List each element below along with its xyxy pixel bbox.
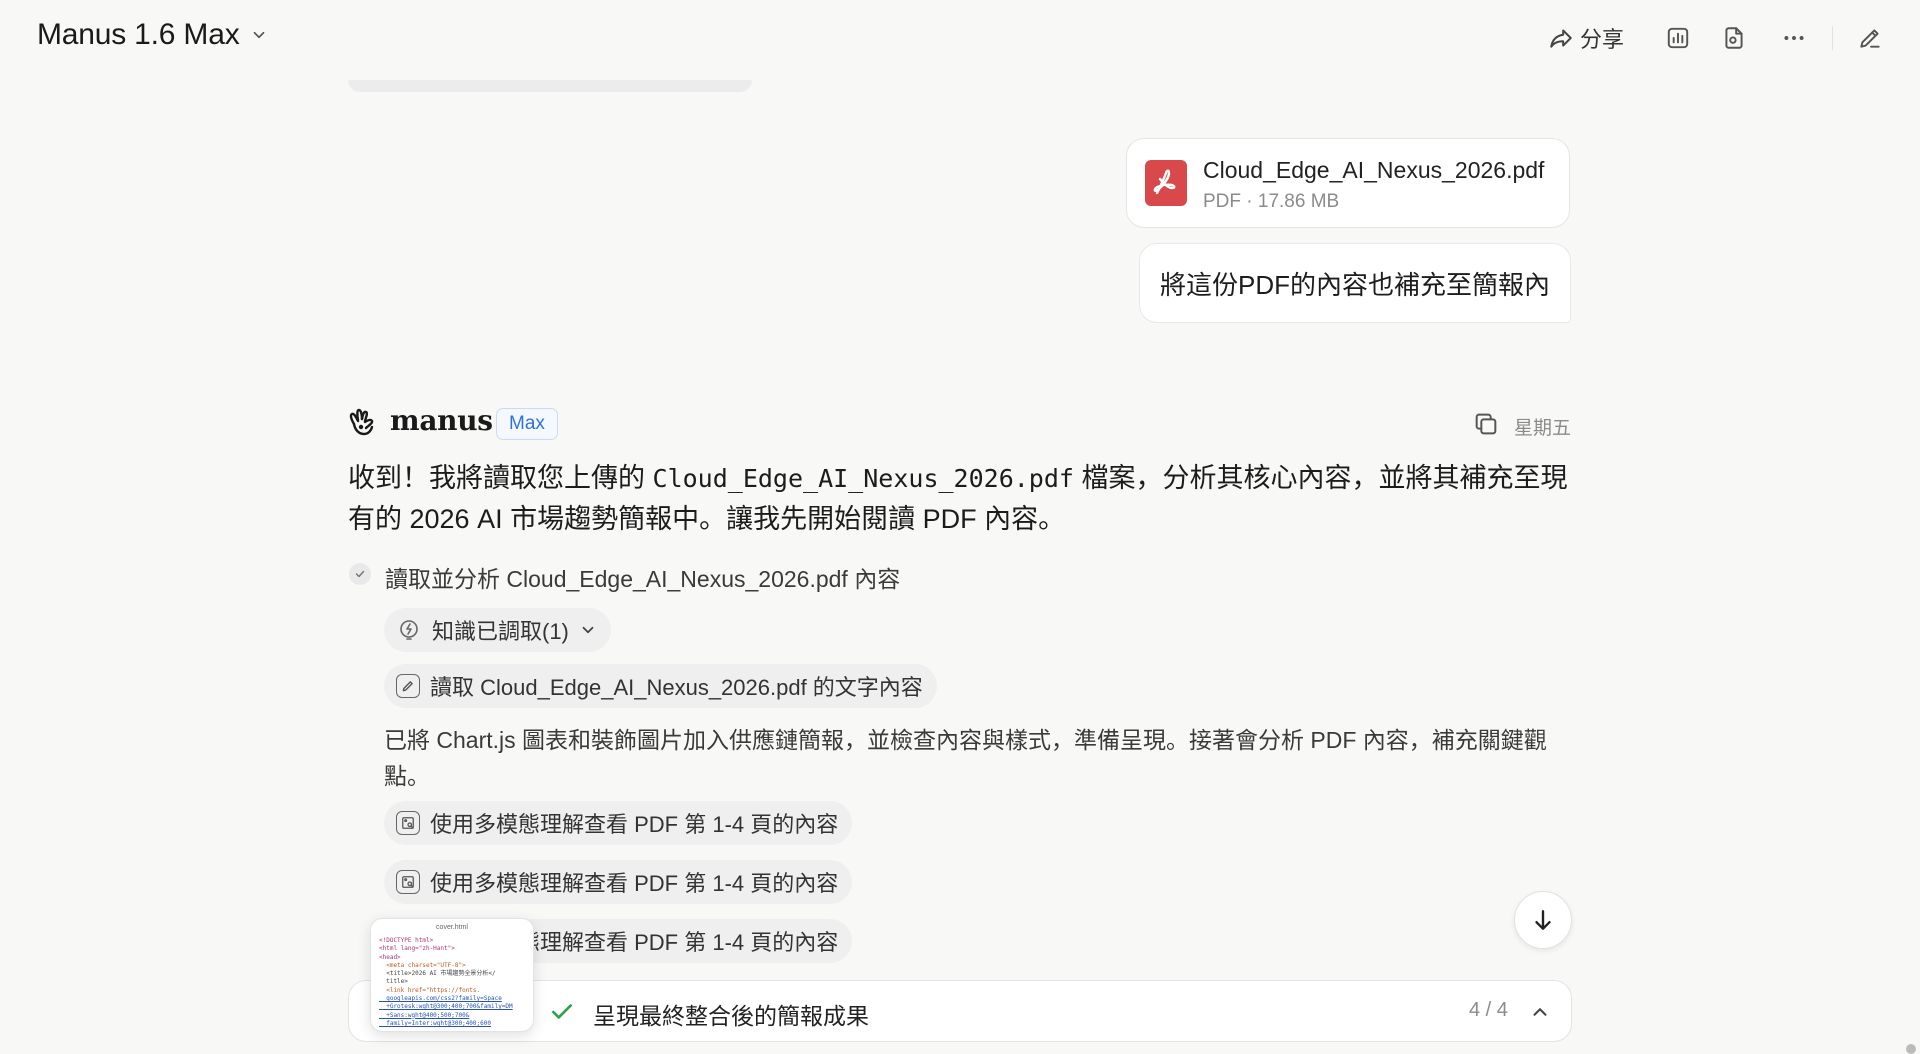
multimodal-action[interactable]: 使用多模態理解查看 PDF 第 1-4 頁的內容 bbox=[384, 860, 853, 904]
attachment-card[interactable]: Cloud_Edge_AI_Nexus_2026.pdf PDF · 17.86… bbox=[1126, 138, 1570, 228]
code-line: <title>2026 AI 市場趨勢全景分析</ bbox=[379, 970, 496, 978]
edit-icon bbox=[1857, 25, 1883, 51]
share-button[interactable]: 分享 bbox=[1548, 20, 1624, 56]
plan-badge: Max bbox=[496, 408, 558, 440]
chart-button[interactable] bbox=[1660, 20, 1696, 56]
step-check-icon bbox=[349, 563, 371, 585]
code-line: +Grotesk:wght@300;400;700&family=DM bbox=[379, 1003, 513, 1011]
image-view-icon bbox=[396, 811, 420, 835]
user-message: 將這份PDF的內容也補充至簡報內 bbox=[1139, 243, 1571, 323]
code-line: title> bbox=[379, 978, 408, 986]
message-timestamp: 星期五 bbox=[1514, 418, 1572, 439]
attachment-meta: PDF · 17.86 MB bbox=[1203, 191, 1340, 212]
header-divider bbox=[1832, 26, 1833, 50]
edit-button[interactable] bbox=[1852, 20, 1888, 56]
share-icon bbox=[1548, 25, 1574, 51]
thumbnail-code: <!DOCTYPE html> <html lang="zh-Hant"> <hea… bbox=[379, 937, 533, 1028]
chevron-down-icon bbox=[250, 26, 268, 44]
multimodal-label: 使用多模態理解查看 PDF 第 1-4 頁的內容 bbox=[430, 812, 839, 837]
step-title[interactable]: 讀取並分析 Cloud_Edge_AI_Nexus_2026.pdf 內容 bbox=[385, 560, 900, 594]
image-view-icon bbox=[396, 870, 420, 894]
model-title: Manus 1.6 Max bbox=[37, 18, 240, 51]
chevron-up-icon[interactable] bbox=[1529, 1001, 1551, 1023]
code-line: +Sans:wght@400;500;700& bbox=[379, 1011, 470, 1019]
code-line: <!DOCTYPE html> bbox=[379, 937, 434, 944]
attachment-name: Cloud_Edge_AI_Nexus_2026.pdf bbox=[1203, 157, 1545, 183]
arrow-down-icon bbox=[1530, 907, 1556, 933]
code-line: <link href="https://fonts. bbox=[379, 986, 481, 994]
model-selector[interactable]: Manus 1.6 Max bbox=[37, 18, 268, 52]
assistant-name: manus bbox=[390, 404, 493, 437]
reply-text: 收到！我將讀取您上傳的 bbox=[348, 463, 653, 493]
files-button[interactable] bbox=[1716, 20, 1752, 56]
pdf-icon bbox=[1145, 160, 1187, 206]
share-label: 分享 bbox=[1580, 27, 1625, 52]
code-line: <html lang="zh-Hant"> bbox=[379, 945, 455, 953]
multimodal-label: 使用多模態理解查看 PDF 第 1-4 頁的內容 bbox=[430, 871, 839, 896]
check-icon bbox=[549, 999, 575, 1025]
more-icon bbox=[1781, 25, 1807, 51]
read-action-label: 讀取 Cloud_Edge_AI_Nexus_2026.pdf 的文字內容 bbox=[430, 675, 923, 700]
more-button[interactable] bbox=[1776, 20, 1812, 56]
multimodal-action[interactable]: 使用多模態理解查看 PDF 第 1-4 頁的內容 bbox=[384, 801, 853, 845]
read-text-action[interactable]: 讀取 Cloud_Edge_AI_Nexus_2026.pdf 的文字內容 bbox=[384, 664, 937, 708]
code-preview-thumbnail[interactable]: cover.html <!DOCTYPE html> <html lang="zh… bbox=[370, 918, 534, 1032]
thumbnail-title: cover.html bbox=[436, 924, 468, 931]
pen-icon bbox=[396, 674, 420, 698]
file-icon bbox=[1721, 25, 1747, 51]
lightbulb-icon bbox=[396, 617, 422, 643]
reply-inline-code: Cloud_Edge_AI_Nexus_2026.pdf bbox=[652, 464, 1074, 493]
narration-text: 已將 Chart.js 圖表和裝飾圖片加入供應鏈簡報，並檢查內容與樣式，準備呈現… bbox=[384, 727, 1547, 789]
task-label: 呈現最終整合後的簡報成果 bbox=[593, 1003, 869, 1029]
chart-icon bbox=[1665, 25, 1691, 51]
previous-card-edge bbox=[348, 80, 752, 92]
manus-logo-icon bbox=[346, 404, 380, 440]
assistant-reply: 收到！我將讀取您上傳的 Cloud_Edge_AI_Nexus_2026.pdf… bbox=[348, 458, 1574, 539]
code-line: <head> bbox=[379, 953, 401, 961]
knowledge-retrieved-pill[interactable]: 知識已調取(1) bbox=[384, 608, 611, 652]
knowledge-label: 知識已調取(1) bbox=[432, 619, 569, 644]
code-line: googleapis.com/css2?family=Space bbox=[379, 995, 502, 1003]
task-progress-count: 4 / 4 bbox=[1469, 999, 1508, 1021]
chevron-down-icon bbox=[579, 621, 597, 639]
code-line: <meta charset="UTF-8"> bbox=[379, 961, 466, 969]
resize-handle[interactable] bbox=[1906, 1044, 1916, 1054]
copy-icon[interactable] bbox=[1472, 410, 1500, 438]
scroll-to-bottom-button[interactable] bbox=[1514, 891, 1572, 949]
code-line: family=Inter:wght@300;400;600 bbox=[379, 1019, 491, 1027]
